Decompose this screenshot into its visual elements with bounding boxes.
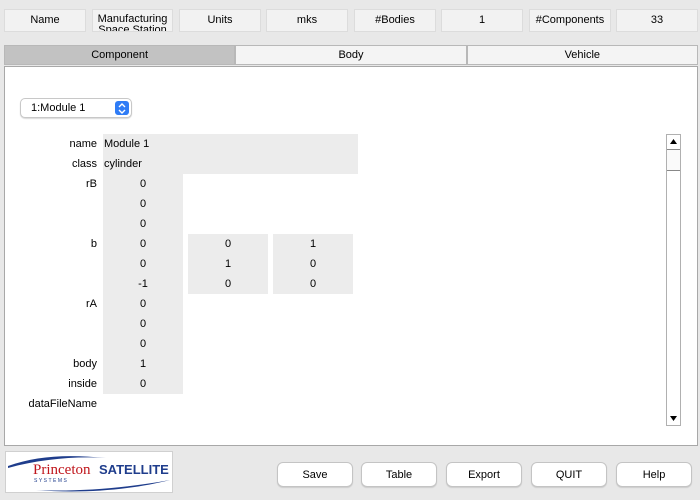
rB-z-field[interactable]: 0 — [103, 214, 183, 234]
svg-text:Princeton: Princeton — [33, 462, 91, 478]
vertical-scrollbar[interactable] — [666, 134, 681, 426]
component-name-field[interactable]: Module 1 — [103, 134, 358, 154]
bodies-label: #Bodies — [354, 9, 436, 32]
b-12-field[interactable]: 0 — [188, 234, 268, 254]
b-label: b — [90, 238, 97, 250]
export-button[interactable]: Export — [446, 462, 522, 487]
body-field-label: body — [73, 358, 97, 370]
components-count: 33 — [616, 9, 698, 32]
components-label: #Components — [529, 9, 611, 32]
class-field-label: class — [71, 158, 97, 170]
b-32-field[interactable]: 0 — [188, 274, 268, 294]
component-select[interactable]: 1:Module 1 — [20, 98, 132, 118]
princeton-satellite-logo: Princeton SATELLITE SYSTEMS — [5, 451, 173, 493]
b-11-field[interactable]: 0 — [103, 234, 183, 254]
tab-vehicle[interactable]: Vehicle — [466, 45, 698, 65]
component-select-value: 1:Module 1 — [31, 102, 86, 114]
rB-x-field[interactable]: 0 — [103, 174, 183, 194]
name-field-label: name — [69, 138, 97, 150]
b-13-field[interactable]: 1 — [273, 234, 353, 254]
quit-button[interactable]: QUIT — [531, 462, 607, 487]
tab-body[interactable]: Body — [235, 45, 467, 65]
datafilename-label: dataFileName — [28, 398, 97, 410]
rB-y-field[interactable]: 0 — [103, 194, 183, 214]
name-label: Name — [4, 9, 86, 32]
inside-field[interactable]: 0 — [103, 374, 183, 394]
body-index-field[interactable]: 1 — [103, 354, 183, 374]
scroll-thumb[interactable] — [667, 149, 680, 171]
b-33-field[interactable]: 0 — [273, 274, 353, 294]
rA-z-field[interactable]: 0 — [103, 334, 183, 354]
table-button[interactable]: Table — [361, 462, 437, 487]
tab-bar: Component Body Vehicle — [4, 45, 698, 65]
name-field[interactable]: Manufacturing Space Station — [92, 9, 173, 32]
chevron-up-down-icon — [115, 101, 129, 115]
rA-x-field[interactable]: 0 — [103, 294, 183, 314]
help-button[interactable]: Help — [616, 462, 692, 487]
component-panel: 1:Module 1 name Module 1 class cylinder … — [4, 66, 698, 446]
b-23-field[interactable]: 0 — [273, 254, 353, 274]
inside-field-label: inside — [68, 378, 97, 390]
b-31-field[interactable]: -1 — [103, 274, 183, 294]
rA-y-field[interactable]: 0 — [103, 314, 183, 334]
scroll-down-icon[interactable] — [667, 412, 680, 425]
component-class-field[interactable]: cylinder — [103, 154, 358, 174]
svg-text:SYSTEMS: SYSTEMS — [34, 478, 68, 484]
save-button[interactable]: Save — [277, 462, 353, 487]
rB-label: rB — [86, 178, 97, 190]
b-21-field[interactable]: 0 — [103, 254, 183, 274]
svg-text:SATELLITE: SATELLITE — [99, 462, 169, 477]
b-22-field[interactable]: 1 — [188, 254, 268, 274]
units-field[interactable]: mks — [266, 9, 348, 32]
tab-component[interactable]: Component — [4, 45, 236, 65]
bodies-count: 1 — [441, 9, 523, 32]
units-label: Units — [179, 9, 261, 32]
scroll-up-icon[interactable] — [667, 135, 680, 148]
rA-label: rA — [86, 298, 97, 310]
